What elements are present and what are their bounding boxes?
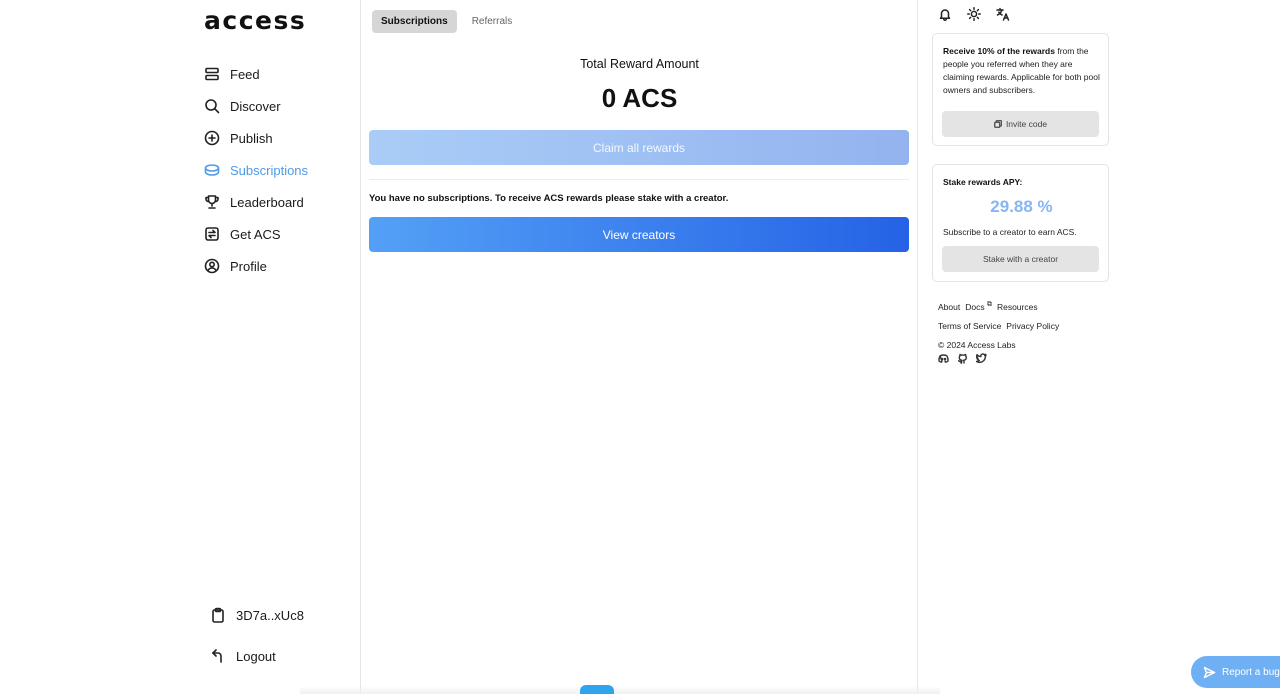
nav-item-discover[interactable]: Discover (204, 90, 354, 122)
tab-bar: Subscriptions Referrals (372, 10, 521, 33)
search-icon (204, 98, 220, 114)
plus-circle-icon (204, 130, 220, 146)
invite-code-label: Invite code (1005, 119, 1048, 129)
nav-label: Discover (230, 98, 281, 114)
nav-item-feed[interactable]: Feed (204, 58, 354, 90)
nav-item-subscriptions[interactable]: Subscriptions (204, 154, 354, 186)
referral-description: Receive 10% of the rewards from the peop… (943, 45, 1103, 97)
stake-card-subtitle: Subscribe to a creator to earn ACS. (943, 227, 1077, 237)
trophy-icon (204, 194, 220, 210)
clipboard-icon (210, 607, 226, 623)
nav-label: Leaderboard (230, 194, 304, 210)
stake-card: Stake rewards APY: 29.88 % Subscribe to … (932, 164, 1109, 282)
reward-title: Total Reward Amount (580, 57, 699, 71)
bottom-shadow (300, 686, 940, 694)
stake-with-creator-button[interactable]: Stake with a creator (942, 246, 1099, 272)
nav-item-leaderboard[interactable]: Leaderboard (204, 186, 354, 218)
coins-icon (204, 162, 220, 178)
docs-label: Docs (965, 301, 985, 312)
access-logo[interactable]: access (204, 6, 306, 35)
nav-label: Publish (230, 130, 273, 146)
feed-icon (204, 66, 220, 82)
bottom-tab-indicator[interactable] (580, 685, 614, 694)
translate-icon[interactable] (996, 7, 1010, 21)
nav-label: Profile (230, 258, 267, 274)
docs-link[interactable]: Docs ⧉ (965, 301, 992, 312)
discord-icon[interactable] (938, 353, 949, 364)
wallet-address-copy[interactable]: 3D7a..xUc8 (210, 604, 304, 626)
copyright: © 2024 Access Labs (938, 339, 1016, 350)
social-links (938, 353, 987, 364)
claim-all-rewards-button[interactable]: Claim all rewards (369, 130, 909, 165)
swap-icon (204, 226, 220, 242)
nav-item-profile[interactable]: Profile (204, 250, 354, 282)
logout-label: Logout (236, 648, 276, 664)
bell-icon[interactable] (938, 7, 952, 21)
wallet-address: 3D7a..xUc8 (236, 607, 304, 623)
sun-icon[interactable] (967, 7, 981, 21)
tab-referrals[interactable]: Referrals (463, 10, 522, 33)
external-link-icon: ⧉ (986, 301, 992, 309)
logout-arrow-icon (210, 648, 226, 664)
nav-label: Subscriptions (230, 162, 309, 178)
reward-amount: 0 ACS (601, 83, 678, 113)
privacy-link[interactable]: Privacy Policy (1006, 321, 1059, 331)
twitter-icon[interactable] (976, 353, 987, 364)
about-link[interactable]: About (938, 302, 960, 312)
report-bug-label: Report a bug (1222, 666, 1280, 678)
github-icon[interactable] (957, 353, 968, 364)
invite-code-button[interactable]: Invite code (942, 111, 1099, 137)
stake-card-title: Stake rewards APY: (943, 177, 1023, 187)
left-sidebar: access Feed Discover Publish Subscriptio… (0, 0, 361, 694)
user-circle-icon (204, 258, 220, 274)
main-nav: Feed Discover Publish Subscriptions Lead… (204, 58, 354, 282)
copy-icon (993, 120, 1002, 128)
referral-card: Receive 10% of the rewards from the peop… (932, 33, 1109, 146)
nav-label: Get ACS (230, 226, 281, 242)
divider (369, 179, 909, 180)
nav-item-publish[interactable]: Publish (204, 122, 354, 154)
nav-label: Feed (230, 66, 260, 82)
right-panel: Receive 10% of the rewards from the peop… (918, 0, 1280, 694)
nav-item-get-acs[interactable]: Get ACS (204, 218, 354, 250)
main-content: Subscriptions Referrals Total Reward Amo… (361, 0, 918, 694)
terms-link[interactable]: Terms of Service (938, 321, 1001, 331)
tab-subscriptions[interactable]: Subscriptions (372, 10, 457, 33)
no-subscriptions-message: You have no subscriptions. To receive AC… (369, 193, 729, 204)
logout-button[interactable]: Logout (210, 645, 276, 667)
send-icon (1203, 666, 1216, 679)
footer-links: About Docs ⧉ Resources Terms of Service … (938, 297, 1059, 354)
referral-highlight: Receive 10% of the rewards (943, 46, 1055, 56)
report-bug-button[interactable]: Report a bug (1191, 656, 1280, 688)
apy-value: 29.88 % (990, 197, 1053, 216)
view-creators-button[interactable]: View creators (369, 217, 909, 252)
top-icons (938, 7, 1010, 21)
resources-link[interactable]: Resources (997, 302, 1038, 312)
